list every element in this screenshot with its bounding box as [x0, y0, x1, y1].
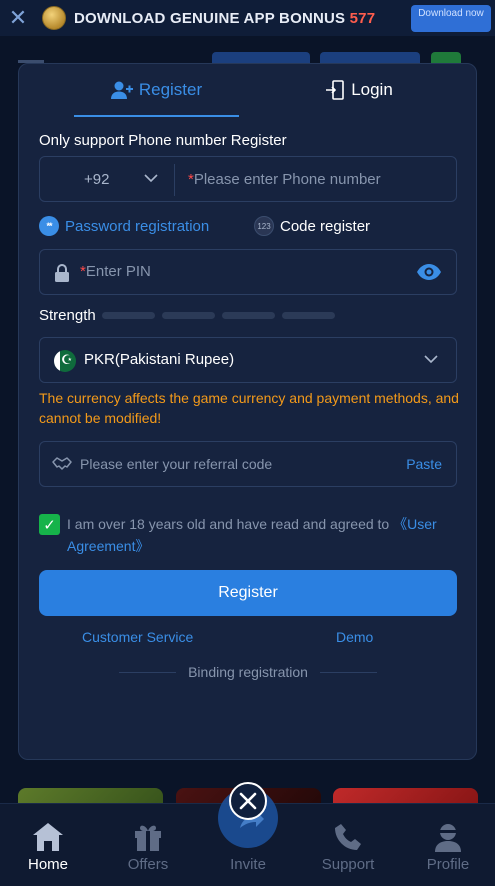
nav-item-support[interactable]: Support [308, 818, 388, 873]
handshake-icon [52, 457, 72, 470]
gift-icon [135, 825, 161, 851]
user-icon [435, 824, 461, 852]
pin-input[interactable]: *Enter PIN [80, 263, 151, 280]
tab-login-label: Login [351, 80, 393, 99]
referral-input[interactable]: Please enter your referral code [80, 456, 272, 472]
add-user-icon [110, 81, 133, 99]
paste-button[interactable]: Paste [406, 456, 442, 472]
nav-invite-label: Invite [230, 856, 266, 873]
agreement-text: I am over 18 years old and have read and… [67, 513, 467, 557]
banner-text: DOWNLOAD GENUINE APP BONNUS 577 [74, 10, 375, 27]
close-icon [239, 792, 257, 810]
tab-register-label: Register [138, 80, 203, 99]
code-register-label: Code register [280, 217, 371, 235]
pakistan-flag-icon [54, 350, 76, 372]
nav-support-label: Support [321, 856, 375, 873]
password-registration-label: Password registration [65, 217, 210, 235]
binding-registration[interactable]: Binding registration [119, 664, 378, 680]
phone-input[interactable]: *Please enter Phone number [188, 171, 381, 188]
phone-section-label: Only support Phone number Register [39, 132, 287, 149]
strength-bar [282, 312, 335, 319]
nav-offers-label: Offers [127, 856, 169, 873]
phone-field: +92 *Please enter Phone number [39, 156, 457, 202]
lock-icon [55, 264, 69, 282]
code-badge-icon: 123 [254, 216, 274, 236]
strength-meter [102, 312, 335, 319]
agreement-checkbox[interactable]: ✓ [39, 514, 60, 535]
chevron-down-icon[interactable] [144, 173, 158, 183]
binding-registration-label: Binding registration [188, 664, 308, 680]
nav-home-label: Home [27, 856, 68, 873]
download-banner: ✕ DOWNLOAD GENUINE APP BONNUS 577 Downlo… [0, 0, 495, 36]
phone-placeholder: Please enter Phone number [193, 171, 381, 188]
referral-field: Please enter your referral code Paste [39, 441, 457, 487]
currency-select[interactable]: PKR(Pakistani Rupee) [39, 337, 457, 383]
nav-profile-label: Profile [426, 856, 470, 873]
pin-placeholder: Enter PIN [85, 263, 151, 280]
banner-close-icon[interactable]: ✕ [0, 0, 36, 36]
nav-item-profile[interactable]: Profile [408, 818, 488, 873]
code-register-option[interactable]: 123 Code register [254, 216, 370, 236]
coin-icon [42, 6, 66, 30]
pin-field: *Enter PIN [39, 249, 457, 295]
strength-label: Strength [39, 307, 96, 324]
customer-service-link[interactable]: Customer Service [82, 629, 193, 645]
divider [319, 671, 378, 673]
divider [119, 671, 177, 673]
nav-item-home[interactable]: Home [8, 818, 88, 873]
divider [174, 164, 175, 196]
register-button[interactable]: Register [39, 570, 457, 616]
password-registration-option[interactable]: ** Password registration [39, 216, 209, 236]
currency-warning: The currency affects the game currency a… [39, 390, 459, 426]
eye-icon[interactable] [416, 263, 442, 281]
password-badge-icon: ** [39, 216, 59, 236]
tab-register[interactable]: Register [74, 64, 239, 116]
phone-icon [335, 824, 361, 850]
download-now-button[interactable]: Download now [411, 5, 491, 32]
strength-bar [102, 312, 155, 319]
country-code-select[interactable]: +92 [84, 171, 109, 188]
home-icon [33, 823, 63, 851]
strength-bar [222, 312, 275, 319]
demo-link[interactable]: Demo [336, 629, 373, 645]
close-modal-button[interactable] [229, 782, 267, 820]
auth-tabs: Register Login [19, 64, 478, 120]
active-tab-indicator [74, 115, 239, 117]
banner-bonus-number: 577 [349, 9, 376, 27]
nav-item-offers[interactable]: Offers [108, 818, 188, 873]
agreement-text-main: I am over 18 years old and have read and… [67, 516, 394, 532]
strength-bar [162, 312, 215, 319]
currency-value: PKR(Pakistani Rupee) [84, 351, 235, 368]
chevron-down-icon [424, 355, 438, 364]
login-icon [326, 80, 344, 100]
register-modal: Register Login Only support Phone number… [18, 63, 477, 760]
tab-login[interactable]: Login [279, 64, 439, 116]
banner-text-main: DOWNLOAD GENUINE APP BONNUS [74, 9, 350, 27]
